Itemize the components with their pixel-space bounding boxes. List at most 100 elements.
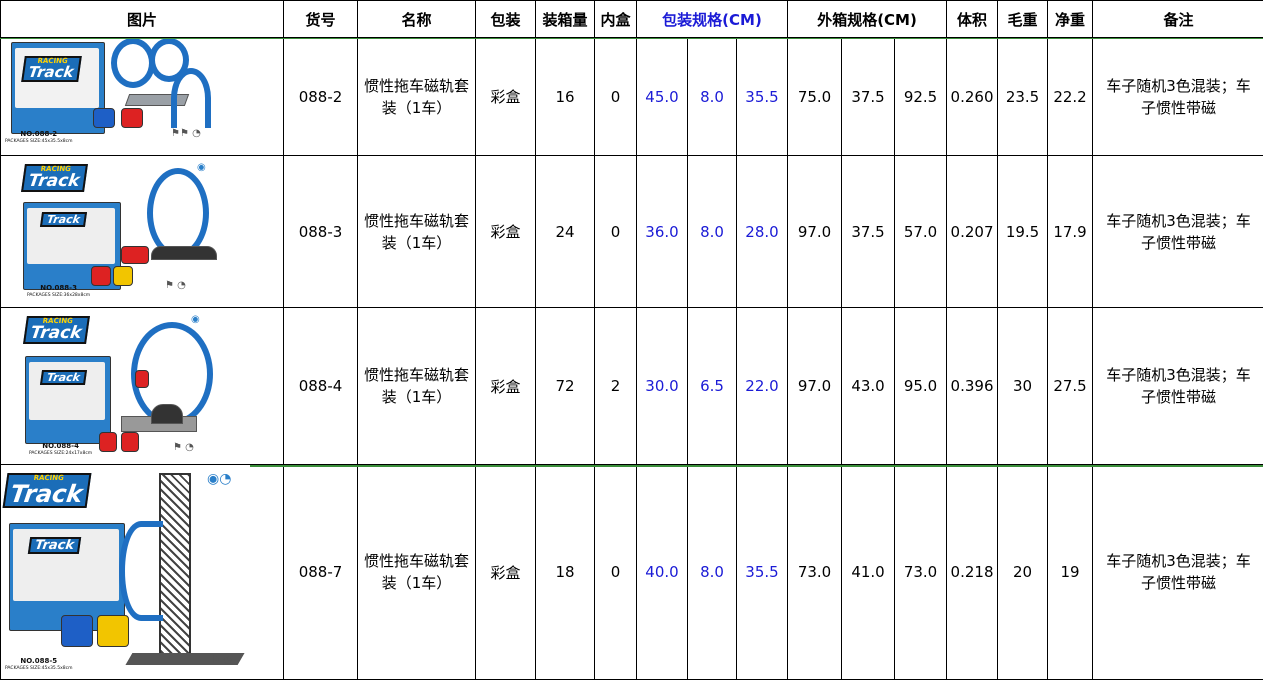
gross-weight-cell: 23.5 [998, 38, 1048, 156]
carton-width-cell: 43.0 [842, 308, 895, 465]
pack-length-cell: 40.0 [637, 465, 688, 680]
header-pack-size: 包装规格(CM) [637, 1, 788, 38]
note-cell: 车子随机3色混装；车子惯性带磁 [1093, 465, 1263, 680]
track-logo-icon: RACINGTrack [21, 56, 82, 82]
row-divider [250, 465, 1263, 467]
carton-width-cell: 41.0 [842, 465, 895, 680]
pack-width-cell: 8.0 [688, 38, 737, 156]
note-cell: 车子随机3色混装；车子惯性带磁 [1093, 38, 1263, 156]
volume-cell: 0.218 [947, 465, 998, 680]
pack-width-cell: 8.0 [688, 465, 737, 680]
wheel-icon: ◉ [197, 162, 206, 173]
table-row[interactable]: RACINGTrack Track ⚑ ◔ ◉ NO.088-3PACKAGES… [1, 156, 1263, 308]
header-row: 图片 货号 名称 包装 装箱量 内盒 包装规格(CM) 外箱规格(CM) 体积 … [1, 1, 1263, 38]
pack-height-cell: 35.5 [737, 38, 788, 156]
carton-length-cell: 97.0 [788, 308, 842, 465]
product-image-cell[interactable]: RACINGTrack Track ◉◔ ⚑ ◔ NO.088-5PACKAGE… [1, 465, 284, 680]
product-image-cell[interactable]: RACINGTrack ⚑⚑ ◔ NO.088-2PACKAGES SIZE:4… [1, 38, 284, 156]
pack-height-cell: 22.0 [737, 308, 788, 465]
flag-icon: ⚑ ◔ [173, 442, 194, 453]
flag-icon: ⚑ ◔ [211, 655, 232, 666]
carton-length-cell: 97.0 [788, 156, 842, 308]
inner-cell: 0 [595, 465, 637, 680]
header-carton-size: 外箱规格(CM) [788, 1, 947, 38]
carton-height-cell: 95.0 [895, 308, 947, 465]
wheel-icon: ◉ [191, 314, 200, 325]
carton-width-cell: 37.5 [842, 38, 895, 156]
header-inner: 内盒 [595, 1, 637, 38]
header-name: 名称 [358, 1, 476, 38]
product-table: 图片 货号 名称 包装 装箱量 内盒 包装规格(CM) 外箱规格(CM) 体积 … [0, 0, 1263, 680]
carton-height-cell: 73.0 [895, 465, 947, 680]
inner-cell: 2 [595, 308, 637, 465]
pack-length-cell: 45.0 [637, 38, 688, 156]
pack-width-cell: 8.0 [688, 156, 737, 308]
inner-cell: 0 [595, 38, 637, 156]
pack-height-cell: 35.5 [737, 465, 788, 680]
packing-cell: 彩盒 [476, 465, 536, 680]
pack-length-cell: 30.0 [637, 308, 688, 465]
pack-width-cell: 6.5 [688, 308, 737, 465]
header-gross: 毛重 [998, 1, 1048, 38]
pack-length-cell: 36.0 [637, 156, 688, 308]
track-logo-icon: RACINGTrack [3, 473, 92, 508]
product-image: RACINGTrack ⚑⚑ ◔ NO.088-2PACKAGES SIZE:4… [1, 38, 283, 155]
name-cell: 惯性拖车磁轨套装（1车） [358, 38, 476, 156]
table-row[interactable]: RACINGTrack Track ⚑ ◔ ◉ NO.088-4PACKAGES… [1, 308, 1263, 465]
box-logo-icon: Track [40, 212, 87, 227]
header-qty: 装箱量 [536, 1, 595, 38]
flag-icon: ⚑⚑ ◔ [171, 128, 201, 139]
item-no-cell: 088-7 [284, 465, 358, 680]
header-net: 净重 [1048, 1, 1093, 38]
packing-cell: 彩盒 [476, 156, 536, 308]
net-weight-cell: 19 [1048, 465, 1093, 680]
red-car-icon [135, 370, 149, 388]
yellow-car-icon [113, 266, 133, 286]
qty-cell: 16 [536, 38, 595, 156]
blue-car-icon [61, 615, 93, 647]
yellow-car-icon [97, 615, 129, 647]
gross-weight-cell: 20 [998, 465, 1048, 680]
volume-cell: 0.207 [947, 156, 998, 308]
carton-length-cell: 75.0 [788, 38, 842, 156]
carton-height-cell: 92.5 [895, 38, 947, 156]
packing-cell: 彩盒 [476, 308, 536, 465]
note-cell: 车子随机3色混装；车子惯性带磁 [1093, 156, 1263, 308]
net-weight-cell: 22.2 [1048, 38, 1093, 156]
red-car-icon [121, 246, 149, 264]
item-no-cell: 088-2 [284, 38, 358, 156]
product-image: RACINGTrack Track ⚑ ◔ ◉ NO.088-3PACKAGES… [1, 156, 283, 307]
net-weight-cell: 17.9 [1048, 156, 1093, 308]
blue-car-icon [93, 108, 115, 128]
box-logo-icon: Track [28, 537, 81, 554]
table-row[interactable]: RACINGTrack Track ◉◔ ⚑ ◔ NO.088-5PACKAGE… [1, 465, 1263, 680]
name-cell: 惯性拖车磁轨套装（1车） [358, 465, 476, 680]
box-logo-icon: Track [40, 370, 87, 385]
carton-length-cell: 73.0 [788, 465, 842, 680]
item-no-cell: 088-4 [284, 308, 358, 465]
product-image: RACINGTrack Track ◉◔ ⚑ ◔ NO.088-5PACKAGE… [1, 465, 283, 679]
carton-height-cell: 57.0 [895, 156, 947, 308]
wheel-icon: ◉◔ [207, 471, 231, 487]
product-image-cell[interactable]: RACINGTrack Track ⚑ ◔ ◉ NO.088-4PACKAGES… [1, 308, 284, 465]
product-code: NO.088-5PACKAGES SIZE:45x35.5x8cm [5, 657, 72, 673]
name-cell: 惯性拖车磁轨套装（1车） [358, 308, 476, 465]
net-weight-cell: 27.5 [1048, 308, 1093, 465]
header-item-no: 货号 [284, 1, 358, 38]
volume-cell: 0.260 [947, 38, 998, 156]
gross-weight-cell: 30 [998, 308, 1048, 465]
red-car-icon [121, 108, 143, 128]
table-row[interactable]: RACINGTrack ⚑⚑ ◔ NO.088-2PACKAGES SIZE:4… [1, 38, 1263, 156]
track-logo-icon: RACINGTrack [21, 164, 88, 192]
pack-height-cell: 28.0 [737, 156, 788, 308]
product-image-cell[interactable]: RACINGTrack Track ⚑ ◔ ◉ NO.088-3PACKAGES… [1, 156, 284, 308]
header-packing: 包装 [476, 1, 536, 38]
header-pic: 图片 [1, 1, 284, 38]
gross-weight-cell: 19.5 [998, 156, 1048, 308]
flag-icon: ⚑ ◔ [165, 280, 186, 291]
inner-cell: 0 [595, 156, 637, 308]
carton-width-cell: 37.5 [842, 156, 895, 308]
product-code: NO.088-4PACKAGES SIZE:24x17x8cm [29, 442, 92, 458]
track-logo-icon: RACINGTrack [23, 316, 90, 344]
red-car-icon [91, 266, 111, 286]
